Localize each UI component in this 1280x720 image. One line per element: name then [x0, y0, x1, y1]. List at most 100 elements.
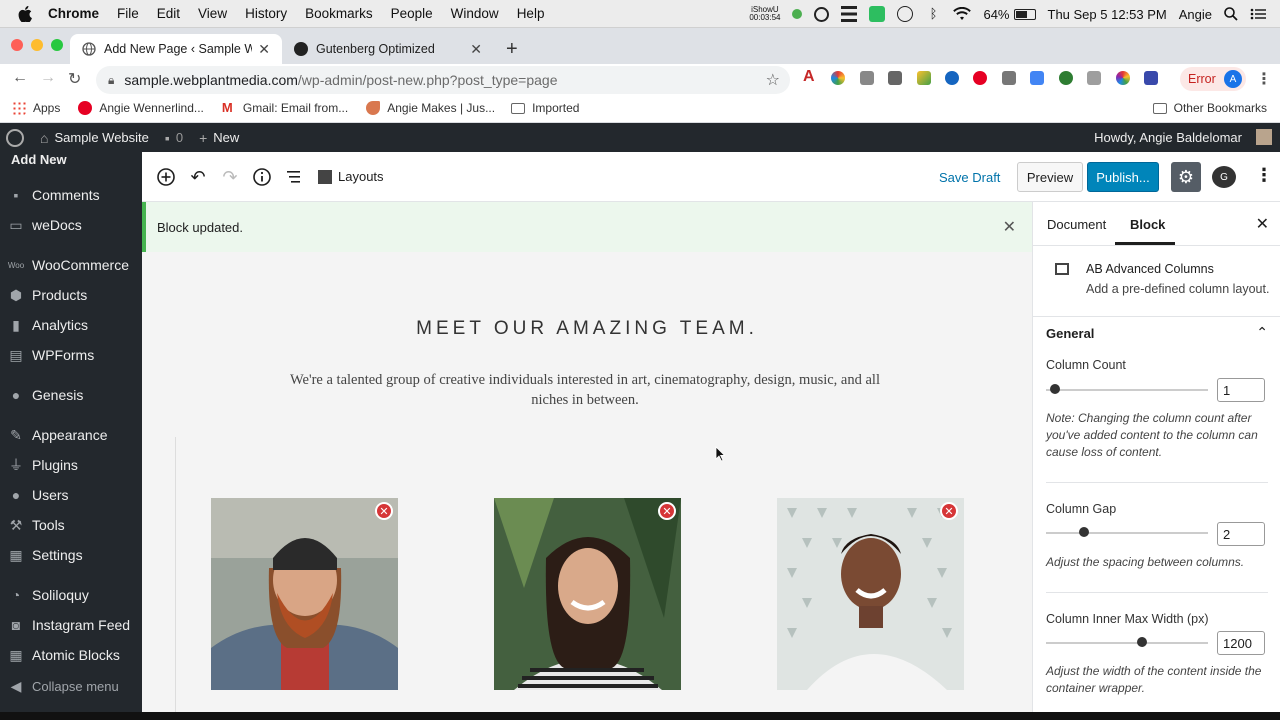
notification-center-icon[interactable]: [1250, 8, 1266, 20]
sidebar-item-products[interactable]: ⬢ Products: [0, 283, 142, 307]
remove-image-icon[interactable]: ✕: [658, 502, 676, 520]
user-name[interactable]: Angie: [1179, 7, 1212, 22]
wordpress-logo-icon[interactable]: [6, 128, 24, 147]
ishowu-recorder[interactable]: iShowU 00:03:54: [749, 6, 780, 22]
menu-file[interactable]: File: [117, 6, 139, 21]
bookmark-apps[interactable]: Apps: [12, 101, 60, 115]
sidebar-current-add-new[interactable]: Add New: [0, 152, 142, 168]
general-section-toggle[interactable]: General: [1046, 326, 1094, 341]
menu-view[interactable]: View: [198, 6, 227, 21]
extension-blue-icon[interactable]: [945, 71, 959, 85]
clock[interactable]: Thu Sep 5 12:53 PM: [1048, 7, 1167, 22]
battery-status[interactable]: 64%: [983, 7, 1036, 22]
menu-history[interactable]: History: [245, 6, 287, 21]
menu-edit[interactable]: Edit: [157, 6, 180, 21]
spotlight-search-icon[interactable]: [1224, 7, 1238, 21]
admin-bar-site[interactable]: ⌂ Sample Website: [40, 130, 149, 146]
column-gap-slider[interactable]: [1046, 527, 1208, 537]
admin-bar-comments[interactable]: ▪ 0: [165, 130, 183, 146]
sidebar-item-genesis[interactable]: ● Genesis: [0, 383, 142, 407]
publish-button[interactable]: Publish...: [1087, 162, 1159, 192]
max-width-slider[interactable]: [1046, 637, 1208, 647]
sidebar-item-analytics[interactable]: ▮ Analytics: [0, 313, 142, 337]
close-tab-icon[interactable]: ✕: [470, 41, 482, 58]
extension-color-icon[interactable]: [831, 71, 845, 85]
time-machine-icon[interactable]: [897, 6, 914, 22]
sidebar-item-appearance[interactable]: ✎ Appearance: [0, 423, 142, 447]
extension-amz-icon[interactable]: [888, 71, 902, 85]
tab-document[interactable]: Document: [1047, 217, 1106, 232]
chrome-menu-icon[interactable]: ⋮: [1256, 69, 1272, 89]
minimize-window-button[interactable]: [31, 39, 43, 51]
extension-green-icon[interactable]: [1059, 71, 1073, 85]
address-bar[interactable]: 🔒︎ sample.webplantmedia.com/wp-admin/pos…: [96, 66, 790, 94]
tab-block[interactable]: Block: [1130, 217, 1165, 232]
redo-icon[interactable]: ↷: [220, 167, 240, 187]
record-status-icon[interactable]: [792, 9, 803, 19]
new-tab-icon[interactable]: +: [506, 38, 518, 61]
extension-js-icon[interactable]: [1087, 71, 1101, 85]
back-arrow-icon[interactable]: ←: [12, 69, 28, 87]
admin-bar-howdy[interactable]: Howdy, Angie Baldelomar: [1094, 130, 1242, 145]
column-gap-input[interactable]: 2: [1217, 522, 1265, 546]
extension-camera-icon[interactable]: [860, 71, 874, 85]
user-avatar[interactable]: [1256, 129, 1272, 145]
close-tab-icon[interactable]: ✕: [258, 41, 270, 58]
extension-pinwheel-icon[interactable]: [1116, 71, 1130, 85]
bookmark-star-icon[interactable]: ☆: [766, 70, 780, 90]
google-translate-icon[interactable]: [1030, 71, 1044, 85]
slider-thumb[interactable]: [1137, 637, 1147, 647]
sidebar-item-woocommerce[interactable]: Woo WooCommerce: [0, 253, 142, 277]
slider-thumb[interactable]: [1079, 527, 1089, 537]
close-panel-icon[interactable]: ✕: [1256, 214, 1269, 234]
team-description[interactable]: We're a talented group of creative indiv…: [272, 370, 898, 410]
menu-window[interactable]: Window: [451, 6, 499, 21]
more-options-icon[interactable]: ⋮: [1255, 165, 1273, 186]
settings-gear-icon[interactable]: ⚙: [1171, 162, 1201, 192]
sidebar-item-users[interactable]: ● Users: [0, 483, 142, 507]
team-photo-3[interactable]: [777, 498, 964, 690]
apple-icon[interactable]: [16, 5, 34, 22]
tab-gutenberg-optimized[interactable]: Gutenberg Optimized ✕: [282, 34, 494, 64]
layouts-button[interactable]: Layouts: [318, 169, 384, 184]
sidebar-item-wedocs[interactable]: ▭ weDocs: [0, 213, 142, 237]
dismiss-notice-icon[interactable]: ✕: [1003, 217, 1016, 237]
remove-image-icon[interactable]: ✕: [375, 502, 393, 520]
sidebar-item-instagram-feed[interactable]: ◙ Instagram Feed: [0, 613, 142, 637]
slider-thumb[interactable]: [1050, 384, 1060, 394]
evernote-icon[interactable]: [869, 6, 886, 22]
sidebar-item-soliloquy[interactable]: ◔ Soliloquy: [0, 583, 142, 607]
extension-drive-icon[interactable]: [917, 71, 931, 85]
forward-arrow-icon[interactable]: →: [40, 69, 56, 87]
bluetooth-icon[interactable]: ᛒ: [925, 6, 941, 22]
chevron-up-icon[interactable]: ⌃: [1256, 324, 1268, 341]
max-width-input[interactable]: 1200: [1217, 631, 1265, 655]
column-count-input[interactable]: 1: [1217, 378, 1265, 402]
sidebar-item-comments[interactable]: ▪ Comments: [0, 183, 142, 207]
menu-bookmarks[interactable]: Bookmarks: [305, 6, 373, 21]
stack-icon[interactable]: [841, 6, 858, 22]
block-navigation-icon[interactable]: [284, 167, 304, 187]
team-photo-2[interactable]: [494, 498, 681, 690]
bookmark-other[interactable]: Other Bookmarks: [1152, 101, 1267, 115]
column-count-slider[interactable]: [1046, 384, 1208, 394]
menu-help[interactable]: Help: [517, 6, 545, 21]
bookmark-imported[interactable]: Imported: [511, 101, 579, 115]
menu-people[interactable]: People: [391, 6, 433, 21]
team-heading[interactable]: MEET OUR AMAZING TEAM.: [142, 318, 1032, 340]
sidebar-item-settings[interactable]: ▦ Settings: [0, 543, 142, 567]
sidebar-item-plugins[interactable]: ⏚ Plugins: [0, 453, 142, 477]
undo-icon[interactable]: ↶: [188, 167, 208, 187]
extension-pen-icon[interactable]: [1002, 71, 1016, 85]
tab-add-new-page[interactable]: Add New Page ‹ Sample Websi ✕: [70, 34, 282, 64]
plugin-g-button[interactable]: G: [1212, 166, 1236, 188]
sidebar-item-wpforms[interactable]: ▤ WPForms: [0, 343, 142, 367]
wifi-icon[interactable]: [953, 7, 972, 21]
add-block-icon[interactable]: [156, 167, 176, 187]
creative-cloud-icon[interactable]: [814, 6, 830, 22]
editor-canvas[interactable]: MEET OUR AMAZING TEAM. We're a talented …: [142, 252, 1032, 720]
bookmark-angie-makes[interactable]: Angie Makes | Jus...: [366, 101, 495, 115]
extension-a-icon[interactable]: A: [803, 68, 817, 85]
admin-bar-new[interactable]: + New: [199, 130, 239, 146]
lock-icon[interactable]: 🔒︎: [108, 73, 114, 88]
